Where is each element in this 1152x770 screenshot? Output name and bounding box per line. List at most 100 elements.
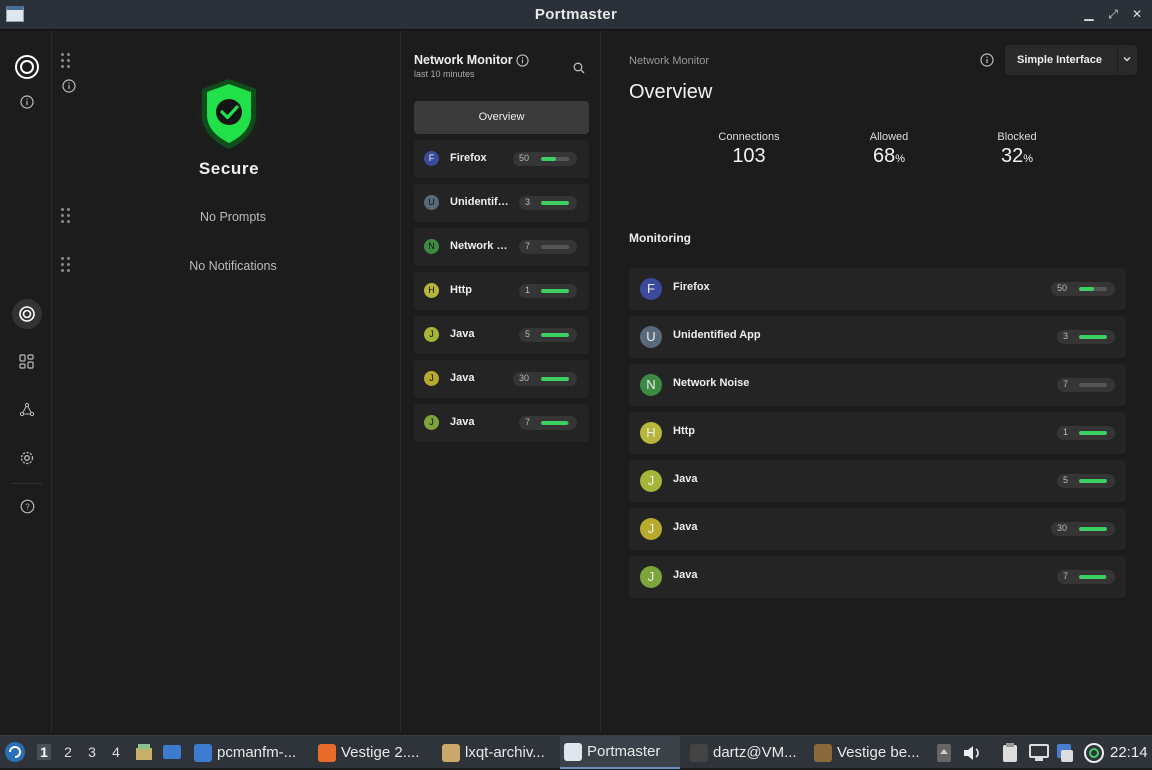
window-app-icon[interactable] — [6, 6, 24, 22]
notifications-status: No Notifications — [189, 259, 277, 273]
drag-handle-icon[interactable] — [61, 53, 71, 69]
restore-icon[interactable]: ⤢ — [1106, 7, 1120, 21]
close-icon[interactable]: ✕ — [1130, 7, 1144, 21]
app-avatar: N — [424, 239, 439, 254]
help-icon[interactable]: ? — [12, 491, 42, 521]
monitoring-row[interactable]: J Java 5 — [629, 460, 1126, 502]
connection-count: 1 — [525, 285, 531, 295]
network-list-item[interactable]: J Java 7 — [414, 404, 589, 442]
search-icon[interactable] — [573, 61, 585, 79]
taskbar-window-button[interactable]: Vestige 2.... — [314, 736, 432, 769]
stat-value: 32% — [1000, 145, 1034, 167]
taskbar-window-button[interactable]: Portmaster — [560, 736, 680, 769]
app-avatar: N — [640, 374, 662, 396]
portmaster-tray-icon[interactable] — [1082, 741, 1106, 770]
stat-value: 68% — [872, 145, 906, 167]
app-name: Java — [450, 328, 475, 340]
connection-pill: 1 — [1057, 426, 1115, 440]
monitoring-row[interactable]: H Http 1 — [629, 412, 1126, 454]
monitoring-row[interactable]: F Firefox 50 — [629, 268, 1126, 310]
info-icon[interactable] — [980, 53, 994, 72]
minimize-icon[interactable]: ▁ — [1082, 7, 1096, 21]
app-avatar: H — [640, 422, 662, 444]
monitoring-row[interactable]: U Unidentified App 3 — [629, 316, 1126, 358]
connection-count: 7 — [1063, 379, 1069, 389]
network-list-item[interactable]: N Network Noise 7 — [414, 228, 589, 266]
monitoring-row[interactable]: J Java 7 — [629, 556, 1126, 598]
apps-grid-icon[interactable] — [12, 347, 42, 377]
connection-pill: 30 — [1051, 522, 1115, 536]
allowed-ratio-bar — [541, 289, 569, 293]
taskbar: 1234 pcmanfm-... Vestige 2.... lxqt-archiv… — [0, 735, 1152, 770]
portmaster-app: ? Secure No Prompts No Notifications Net… — [0, 31, 1152, 733]
network-monitor-nav-icon[interactable] — [12, 299, 42, 329]
workspace-1[interactable]: 1 — [37, 744, 51, 760]
info-icon[interactable] — [62, 79, 76, 95]
connection-count: 7 — [1063, 571, 1069, 581]
chevron-down-icon[interactable] — [1122, 54, 1132, 67]
allowed-ratio-bar — [1079, 527, 1107, 531]
desktop-launcher-icon[interactable] — [162, 743, 182, 766]
taskbar-window-button[interactable]: pcmanfm-... — [190, 736, 308, 769]
info-icon[interactable] — [516, 54, 529, 72]
app-name: Http — [450, 284, 472, 296]
connection-count: 7 — [525, 241, 531, 251]
overview-button[interactable]: Overview — [414, 101, 589, 134]
app-avatar: J — [640, 566, 662, 588]
start-menu-icon[interactable] — [4, 741, 26, 768]
stat-unit: % — [1023, 153, 1034, 165]
stat-unit: % — [895, 153, 906, 165]
connection-count: 50 — [519, 153, 530, 163]
app-avatar: J — [424, 371, 439, 386]
network-list-item[interactable]: J Java 30 — [414, 360, 589, 398]
allowed-ratio-bar — [541, 333, 569, 337]
breadcrumb: Network Monitor — [629, 55, 710, 67]
tray-up-icon[interactable] — [936, 743, 952, 768]
network-list-item[interactable]: F Firefox 50 — [414, 140, 589, 178]
taskbar-window-button[interactable]: Vestige be... — [810, 736, 930, 769]
app-avatar: F — [640, 278, 662, 300]
taskbar-window-button[interactable]: dartz@VM... — [686, 736, 804, 769]
network-list-item[interactable]: J Java 5 — [414, 316, 589, 354]
app-name: Network Noise — [673, 377, 750, 389]
allowed-ratio-bar — [1079, 383, 1107, 387]
secure-shield-icon — [189, 73, 269, 155]
monitoring-row[interactable]: N Network Noise 7 — [629, 364, 1126, 406]
taskbar-window-label: Portmaster — [587, 743, 661, 760]
portmaster-logo-icon[interactable] — [12, 52, 42, 82]
workspace-4[interactable]: 4 — [109, 744, 123, 760]
app-avatar: J — [640, 470, 662, 492]
settings-gear-icon[interactable] — [12, 443, 42, 473]
connection-pill: 7 — [519, 240, 577, 254]
stat-allowed: Allowed 68% — [834, 131, 944, 168]
stat-blocked: Blocked 32% — [962, 131, 1072, 168]
workspace-3[interactable]: 3 — [85, 744, 99, 760]
app-name: Java — [673, 473, 698, 485]
network-list-item[interactable]: H Http 1 — [414, 272, 589, 310]
network-monitor-timespan: last 10 minutes — [414, 69, 475, 79]
info-icon[interactable] — [12, 87, 42, 117]
connection-pill: 7 — [519, 416, 577, 430]
connection-pill: 5 — [1057, 474, 1115, 488]
app-name: Firefox — [450, 152, 487, 164]
network-tray-icon[interactable] — [1028, 743, 1050, 768]
connection-count: 5 — [1063, 475, 1069, 485]
volume-icon[interactable] — [962, 744, 982, 767]
prompts-status: No Prompts — [200, 210, 266, 224]
svg-text:?: ? — [25, 502, 30, 511]
clock[interactable]: 22:14 — [1110, 744, 1148, 761]
app-name: Java — [450, 372, 475, 384]
allowed-ratio-bar — [541, 377, 569, 381]
simple-interface-dropdown[interactable]: Simple Interface — [1005, 45, 1137, 75]
network-list-item[interactable]: U Unidentified App 3 — [414, 184, 589, 222]
app-name: Java — [673, 569, 698, 581]
workspace-2[interactable]: 2 — [61, 744, 75, 760]
notification-tray-icon[interactable] — [1055, 742, 1075, 769]
spn-network-icon[interactable] — [12, 395, 42, 425]
file-manager-launcher-icon[interactable] — [134, 742, 154, 767]
taskbar-window-button[interactable]: lxqt-archiv... — [438, 736, 554, 769]
monitoring-row[interactable]: J Java 30 — [629, 508, 1126, 550]
stat-label: Connections — [718, 131, 780, 143]
clipboard-icon[interactable] — [1000, 742, 1020, 769]
app-avatar: J — [424, 327, 439, 342]
